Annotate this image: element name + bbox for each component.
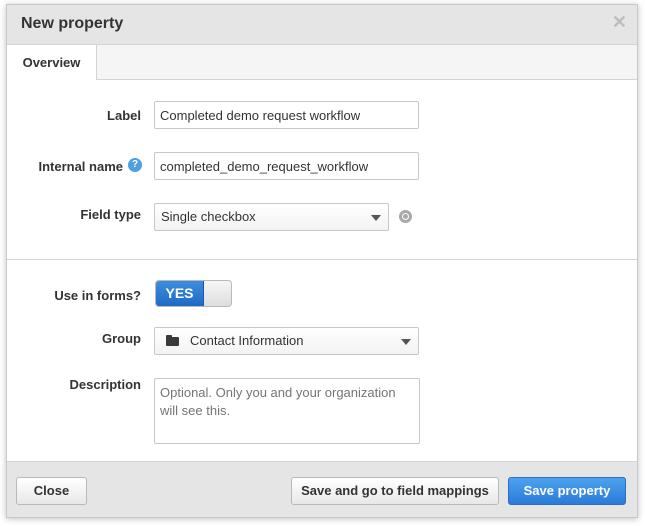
group-value: Contact Information [190, 333, 304, 348]
tab-bar: Overview [7, 45, 637, 80]
chevron-down-icon [401, 339, 411, 345]
internal-name-input[interactable] [154, 152, 419, 180]
close-icon[interactable]: ✕ [612, 13, 627, 31]
help-icon[interactable]: ? [128, 158, 142, 172]
use-in-forms-field-label: Use in forms? [54, 288, 141, 303]
group-select[interactable]: Contact Information [154, 327, 419, 355]
field-type-field-label: Field type [80, 207, 141, 222]
save-and-go-to-field-mappings-button[interactable]: Save and go to field mappings [291, 477, 499, 505]
section-divider [7, 259, 637, 260]
internal-name-field-label: Internal name [38, 159, 123, 174]
chevron-down-icon [371, 215, 381, 221]
description-textarea[interactable] [154, 378, 420, 444]
dialog-title: New property [21, 15, 124, 32]
dialog-footer: Close Save and go to field mappings Save… [7, 461, 637, 517]
label-field-label: Label [107, 108, 141, 123]
save-property-button[interactable]: Save property [508, 477, 626, 505]
camera-icon[interactable] [399, 210, 412, 223]
folder-icon [166, 335, 179, 346]
close-button[interactable]: Close [16, 477, 87, 505]
new-property-dialog: New property ✕ Overview Label Internal n… [6, 4, 638, 518]
use-in-forms-toggle[interactable]: YES [155, 280, 232, 307]
group-field-label: Group [102, 331, 141, 346]
field-type-value: Single checkbox [161, 209, 256, 224]
label-input[interactable] [154, 101, 419, 129]
toggle-yes-label: YES [156, 281, 204, 306]
description-field-label: Description [69, 377, 141, 392]
tab-overview[interactable]: Overview [7, 45, 97, 80]
dialog-header: New property ✕ [7, 5, 637, 45]
field-type-select[interactable]: Single checkbox [154, 203, 389, 231]
